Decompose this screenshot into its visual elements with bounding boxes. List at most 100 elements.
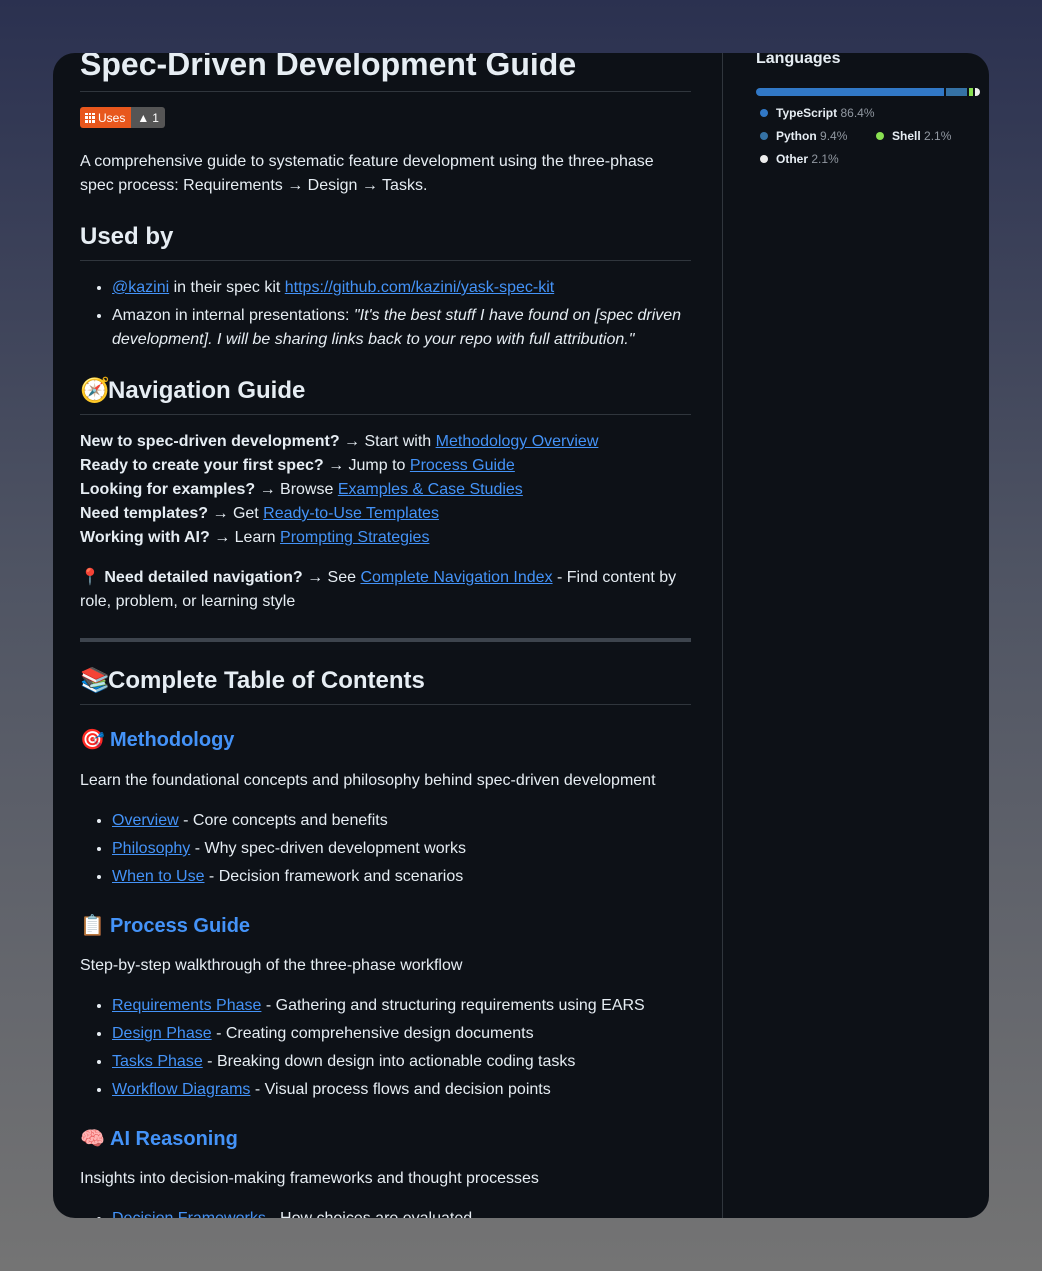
toc-link[interactable]: Philosophy xyxy=(112,840,190,857)
used-by-rule xyxy=(80,260,691,261)
target-icon: 🎯 xyxy=(80,729,105,751)
language-percent: 9.4% xyxy=(820,129,848,143)
toc-item-text: - How choices are evaluated xyxy=(266,1210,472,1218)
toc-item-text: - Breaking down design into actionable c… xyxy=(202,1053,576,1070)
nav-link[interactable]: Examples & Case Studies xyxy=(338,481,523,498)
process-heading[interactable]: 📋 Process Guide xyxy=(80,913,250,939)
toc-item-text: - Gathering and structuring requirements… xyxy=(261,997,645,1014)
navigation-index-link[interactable]: Complete Navigation Index xyxy=(360,569,552,586)
nav-question: Need templates? xyxy=(80,505,209,522)
ai-list: Decision Frameworks - How choices are ev… xyxy=(80,1207,691,1218)
used-by-list: @kazini in their spec kit https://github… xyxy=(80,276,691,356)
language-item[interactable]: Python 9.4% xyxy=(760,127,847,145)
language-item[interactable]: TypeScript 86.4% xyxy=(760,104,875,122)
nav-action: → Learn xyxy=(209,529,281,546)
triangle-icon: ▲ xyxy=(137,110,150,125)
intro-paragraph: A comprehensive guide to systematic feat… xyxy=(80,153,654,194)
list-item-text: in their spec kit xyxy=(169,279,285,296)
list-item-text: Amazon in internal presentations: xyxy=(112,307,354,324)
nav-link[interactable]: Prompting Strategies xyxy=(280,529,429,546)
toc-item-text: - Why spec-driven development works xyxy=(190,840,466,857)
language-dot xyxy=(760,108,768,117)
methodology-list: Overview - Core concepts and benefits Ph… xyxy=(80,809,691,893)
list-item: @kazini in their spec kit https://github… xyxy=(112,276,691,300)
toc-link[interactable]: Overview xyxy=(112,812,179,829)
language-dot xyxy=(760,131,768,140)
nav-link[interactable]: Ready-to-Use Templates xyxy=(263,505,439,522)
toc-link[interactable]: Tasks Phase xyxy=(112,1053,203,1070)
books-icon: 📚 xyxy=(80,667,110,694)
language-item[interactable]: Shell 2.1% xyxy=(876,127,951,145)
toc-link[interactable]: When to Use xyxy=(112,868,204,885)
repo-window: Spec-Driven Development Guide Uses ▲ 1 A… xyxy=(53,53,989,1218)
section-separator xyxy=(80,638,691,642)
language-bar xyxy=(756,88,980,96)
toc-link[interactable]: Design Phase xyxy=(112,1025,212,1042)
language-bar-segment xyxy=(756,88,945,96)
nav-question: Need detailed navigation? xyxy=(104,569,303,586)
language-bar-segment xyxy=(973,88,980,96)
nav-line: Ready to create your first spec? → Jump … xyxy=(80,454,515,478)
repo-url-link[interactable]: https://github.com/kazini/yask-spec-kit xyxy=(285,279,554,296)
list-item: Workflow Diagrams - Visual process flows… xyxy=(112,1078,691,1102)
toc-item-text: - Visual process flows and decision poin… xyxy=(250,1081,551,1098)
toc-heading: 📚Complete Table of Contents xyxy=(80,666,425,696)
language-name: Shell xyxy=(892,129,921,143)
process-list: Requirements Phase - Gathering and struc… xyxy=(80,994,691,1106)
language-bar-segment xyxy=(966,88,974,96)
language-bar-segment xyxy=(944,88,967,96)
user-link[interactable]: @kazini xyxy=(112,279,169,296)
language-percent: 2.1% xyxy=(811,152,839,166)
methodology-heading[interactable]: 🎯 Methodology xyxy=(80,727,234,753)
methodology-description: Learn the foundational concepts and phil… xyxy=(80,772,656,789)
used-by-heading: Used by xyxy=(80,223,174,250)
badge-left: Uses xyxy=(80,107,132,128)
language-name: TypeScript xyxy=(776,106,838,120)
detailed-navigation: 📍 Need detailed navigation? → See Comple… xyxy=(80,566,685,614)
list-item: Amazon in internal presentations: "It's … xyxy=(112,304,691,352)
nav-link[interactable]: Process Guide xyxy=(410,457,515,474)
nav-action: → See xyxy=(302,569,361,586)
column-divider xyxy=(722,53,723,1218)
language-name: Python xyxy=(776,129,817,143)
nav-question: Ready to create your first spec? xyxy=(80,457,324,474)
readme-content: Spec-Driven Development Guide Uses ▲ 1 A… xyxy=(80,53,691,1218)
list-item: Design Phase - Creating comprehensive de… xyxy=(112,1022,691,1046)
uses-badge[interactable]: Uses ▲ 1 xyxy=(80,107,165,128)
language-item[interactable]: Other 2.1% xyxy=(760,150,839,168)
nav-question: Looking for examples? xyxy=(80,481,256,498)
languages-title: Languages xyxy=(756,53,841,67)
compass-icon: 🧭 xyxy=(80,377,110,404)
nav-action: → Browse xyxy=(255,481,338,498)
list-item: Tasks Phase - Breaking down design into … xyxy=(112,1050,691,1074)
clipboard-icon: 📋 xyxy=(80,915,105,937)
nav-action: → Jump to xyxy=(323,457,410,474)
toc-link[interactable]: Decision Frameworks xyxy=(112,1210,266,1218)
toc-link[interactable]: Workflow Diagrams xyxy=(112,1081,250,1098)
navigation-rule xyxy=(80,414,691,415)
pin-icon: 📍 xyxy=(80,569,100,586)
grid-icon xyxy=(85,112,95,123)
list-item: Philosophy - Why spec-driven development… xyxy=(112,837,691,861)
toc-item-text: - Decision framework and scenarios xyxy=(204,868,464,885)
ai-reasoning-heading[interactable]: 🧠 AI Reasoning xyxy=(80,1126,238,1152)
badge-count: 1 xyxy=(152,110,159,125)
list-item: When to Use - Decision framework and sce… xyxy=(112,865,691,889)
heading-text: Methodology xyxy=(110,729,235,751)
list-item: Requirements Phase - Gathering and struc… xyxy=(112,994,691,1018)
heading-text: Navigation Guide xyxy=(108,377,306,404)
toc-link[interactable]: Requirements Phase xyxy=(112,997,261,1014)
nav-line: Looking for examples? → Browse Examples … xyxy=(80,478,523,502)
nav-link[interactable]: Methodology Overview xyxy=(436,433,599,450)
nav-action: → Get xyxy=(208,505,264,522)
badge-label: Uses xyxy=(98,110,126,125)
language-dot xyxy=(876,131,884,140)
nav-line: New to spec-driven development? → Start … xyxy=(80,430,598,454)
language-percent: 2.1% xyxy=(924,129,952,143)
brain-icon: 🧠 xyxy=(80,1128,105,1150)
navigation-heading: 🧭Navigation Guide xyxy=(80,376,305,406)
page-title: Spec-Driven Development Guide xyxy=(80,53,577,82)
process-description: Step-by-step walkthrough of the three-ph… xyxy=(80,957,463,974)
title-rule xyxy=(80,91,691,92)
nav-line: Working with AI? → Learn Prompting Strat… xyxy=(80,526,429,550)
